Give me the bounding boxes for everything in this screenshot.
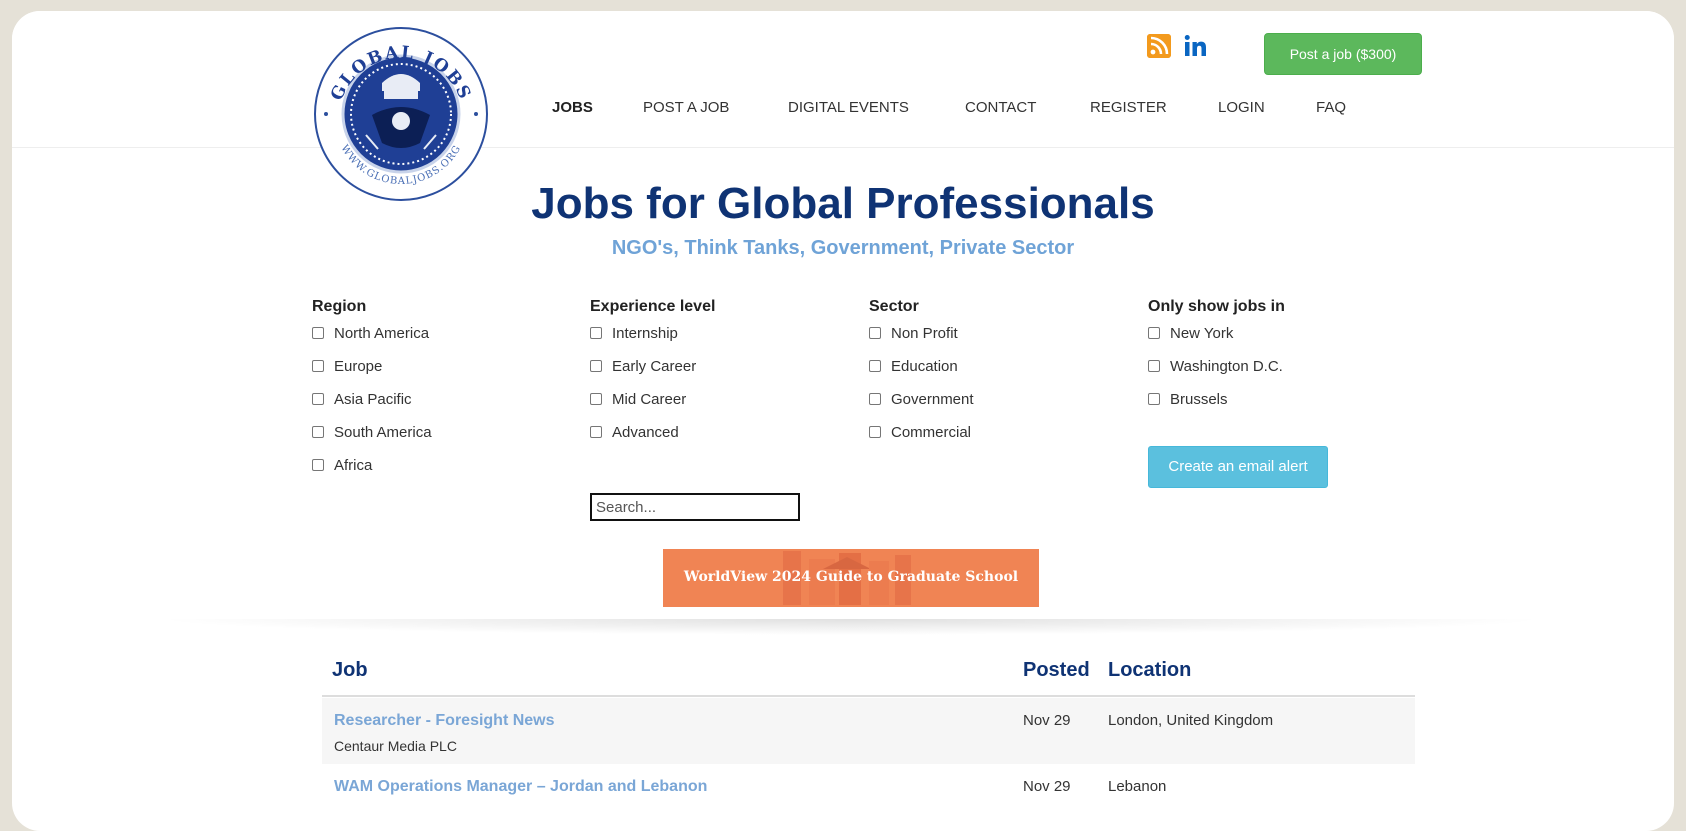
filter-option-internship[interactable]: Internship	[590, 323, 678, 343]
section-divider	[152, 619, 1550, 635]
job-title-link[interactable]: WAM Operations Manager – Jordan and Leba…	[334, 778, 707, 796]
checkbox[interactable]	[312, 459, 324, 471]
filter-option-label: Brussels	[1170, 390, 1228, 408]
filter-option-asia-pacific[interactable]: Asia Pacific	[312, 389, 412, 409]
filter-location: Only show jobs in New York Washington D.…	[1148, 297, 1285, 408]
checkbox[interactable]	[312, 327, 324, 339]
filter-option-government[interactable]: Government	[869, 389, 974, 409]
filter-option-label: North America	[334, 324, 430, 342]
page-card: GLOBAL JOBS WWW.GLOBALJOBS.ORG JOBS POST…	[12, 11, 1674, 831]
nav-contact[interactable]: CONTACT	[965, 99, 1036, 116]
filter-option-north-america[interactable]: North America	[312, 323, 429, 343]
filter-option-africa[interactable]: Africa	[312, 455, 372, 475]
job-posted-date: Nov 29	[1023, 712, 1071, 729]
search-input[interactable]	[590, 493, 800, 521]
page-title: Jobs for Global Professionals	[531, 179, 1155, 228]
filter-option-label: Government	[891, 390, 974, 408]
post-job-button[interactable]: Post a job ($300)	[1264, 33, 1422, 75]
filter-heading: Only show jobs in	[1148, 298, 1285, 315]
checkbox[interactable]	[312, 360, 324, 372]
filter-heading: Experience level	[590, 298, 716, 315]
create-email-alert-button[interactable]: Create an email alert	[1148, 446, 1328, 488]
filter-heading: Region	[312, 298, 367, 315]
filter-option-brussels[interactable]: Brussels	[1148, 389, 1228, 409]
filter-option-label: Mid Career	[612, 390, 687, 408]
job-location: Lebanon	[1108, 778, 1167, 795]
filter-option-non-profit[interactable]: Non Profit	[869, 323, 958, 343]
checkbox[interactable]	[590, 327, 602, 339]
checkbox[interactable]	[590, 426, 602, 438]
job-posted-date: Nov 29	[1023, 778, 1071, 795]
filter-option-label: Non Profit	[891, 324, 958, 342]
table-row[interactable]: Researcher - Foresight News Centaur Medi…	[322, 698, 1415, 764]
nav-jobs[interactable]: JOBS	[552, 99, 593, 116]
checkbox[interactable]	[869, 360, 881, 372]
checkbox[interactable]	[590, 393, 602, 405]
linkedin-icon[interactable]	[1184, 34, 1208, 58]
column-header-posted[interactable]: Posted	[1023, 659, 1090, 682]
filter-option-early-career[interactable]: Early Career	[590, 356, 696, 376]
filter-option-label: South America	[334, 423, 432, 441]
job-organization: Centaur Media PLC	[334, 738, 457, 754]
checkbox[interactable]	[312, 393, 324, 405]
header	[12, 11, 1674, 148]
banner-text: WorldView 2024 Guide to Graduate School	[683, 569, 1019, 585]
filter-region: Region North America Europe Asia Pacific…	[312, 297, 432, 474]
rss-icon[interactable]	[1147, 34, 1171, 58]
filter-option-education[interactable]: Education	[869, 356, 958, 376]
filter-option-label: Advanced	[612, 423, 679, 441]
filter-option-label: Washington D.C.	[1170, 357, 1283, 375]
global-jobs-logo[interactable]: GLOBAL JOBS WWW.GLOBALJOBS.ORG	[312, 25, 490, 203]
filter-option-europe[interactable]: Europe	[312, 356, 382, 376]
page-subtitle: NGO's, Think Tanks, Government, Private …	[611, 237, 1075, 259]
job-title-link[interactable]: Researcher - Foresight News	[334, 712, 555, 730]
checkbox[interactable]	[590, 360, 602, 372]
filter-option-advanced[interactable]: Advanced	[590, 422, 679, 442]
checkbox[interactable]	[1148, 327, 1160, 339]
filter-option-label: Education	[891, 357, 958, 375]
filter-heading: Sector	[869, 298, 919, 315]
filter-option-label: Asia Pacific	[334, 390, 412, 408]
nav-faq[interactable]: FAQ	[1316, 99, 1346, 116]
filter-option-new-york[interactable]: New York	[1148, 323, 1233, 343]
checkbox[interactable]	[869, 426, 881, 438]
checkbox[interactable]	[1148, 393, 1160, 405]
nav-login[interactable]: LOGIN	[1218, 99, 1265, 116]
checkbox[interactable]	[869, 393, 881, 405]
checkbox[interactable]	[1148, 360, 1160, 372]
filter-option-label: Europe	[334, 357, 383, 375]
header-divider	[322, 695, 1415, 697]
filter-option-washington-dc[interactable]: Washington D.C.	[1148, 356, 1283, 376]
checkbox[interactable]	[869, 327, 881, 339]
filter-option-label: Early Career	[612, 357, 697, 375]
filter-option-label: Internship	[612, 324, 678, 342]
nav-post-a-job[interactable]: POST A JOB	[643, 99, 729, 116]
column-header-job[interactable]: Job	[332, 659, 368, 682]
filter-experience: Experience level Internship Early Career…	[590, 297, 716, 441]
filter-option-south-america[interactable]: South America	[312, 422, 432, 442]
filter-sector: Sector Non Profit Education Government C…	[869, 297, 974, 441]
filter-option-label: Commercial	[891, 423, 972, 441]
filter-option-label: New York	[1170, 324, 1234, 342]
nav-register[interactable]: REGISTER	[1090, 99, 1167, 116]
column-header-location[interactable]: Location	[1108, 659, 1191, 682]
table-row[interactable]: WAM Operations Manager – Jordan and Leba…	[322, 764, 1415, 830]
checkbox[interactable]	[312, 426, 324, 438]
filter-option-label: Africa	[334, 456, 373, 474]
promo-banner[interactable]: WorldView 2024 Guide to Graduate School	[663, 549, 1039, 607]
nav-digital-events[interactable]: DIGITAL EVENTS	[788, 99, 909, 116]
filter-option-mid-career[interactable]: Mid Career	[590, 389, 686, 409]
job-location: London, United Kingdom	[1108, 712, 1274, 729]
filter-option-commercial[interactable]: Commercial	[869, 422, 971, 442]
